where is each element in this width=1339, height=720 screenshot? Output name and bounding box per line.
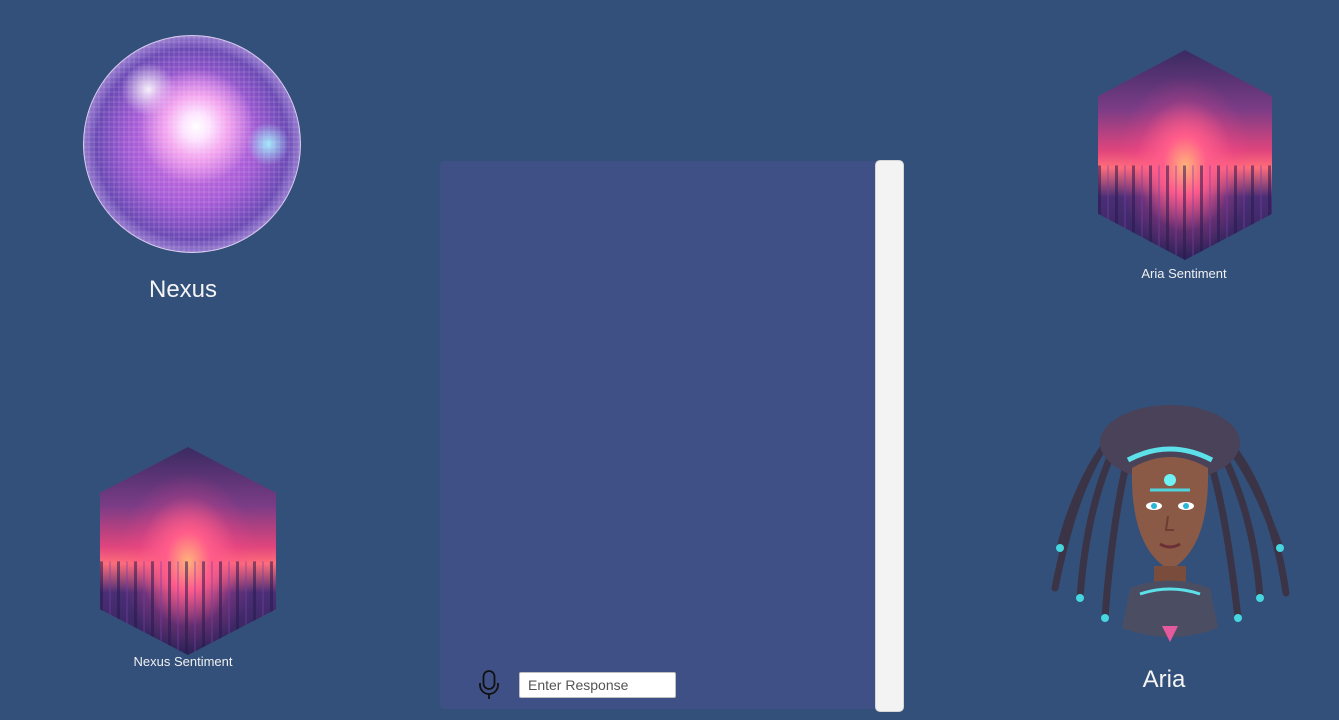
aria-avatar — [1050, 398, 1290, 646]
nexus-sentiment-image — [100, 447, 276, 655]
microphone-button[interactable] — [476, 669, 502, 701]
nexus-name-label: Nexus — [148, 276, 218, 303]
aria-sentiment-image — [1098, 50, 1272, 260]
response-input[interactable] — [519, 672, 676, 698]
nexus-avatar — [83, 35, 301, 253]
aria-name-label: Aria — [1142, 666, 1186, 693]
chat-scrollbar[interactable] — [875, 160, 904, 712]
nexus-sentiment-label: Nexus Sentiment — [133, 654, 233, 669]
chat-log-panel[interactable] — [440, 161, 876, 709]
microphone-icon — [479, 670, 499, 699]
aria-sentiment-label: Aria Sentiment — [1141, 266, 1227, 281]
